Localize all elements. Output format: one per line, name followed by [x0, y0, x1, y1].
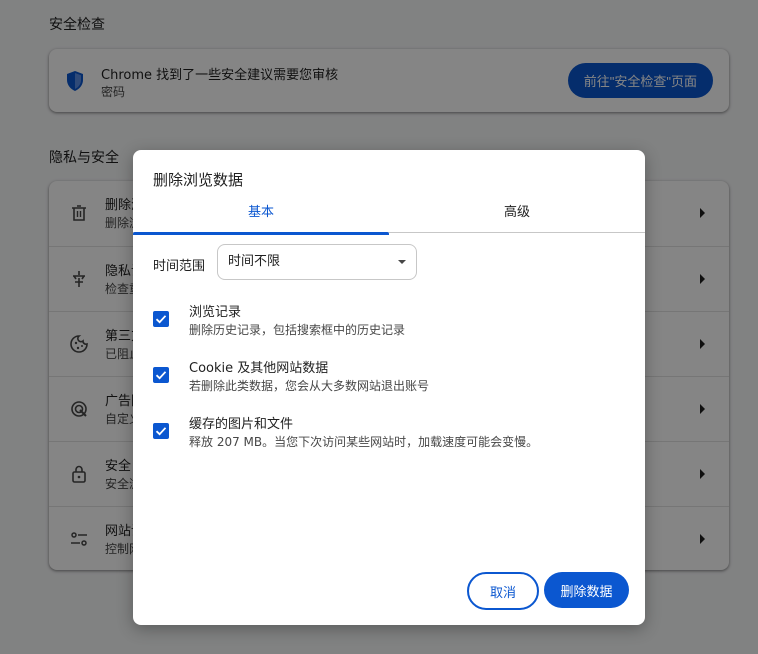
- option-title: Cookie 及其他网站数据: [189, 361, 329, 376]
- time-range-value: 时间不限: [228, 254, 281, 269]
- checkmark-icon: [155, 315, 167, 324]
- option-subtitle: 若删除此类数据，您会从大多数网站退出账号: [189, 379, 430, 393]
- option-title: 缓存的图片和文件: [189, 417, 294, 432]
- checkmark-icon: [155, 427, 167, 436]
- dialog-tabs: 基本 高级: [133, 202, 645, 235]
- tab-basic[interactable]: 基本: [133, 202, 389, 235]
- option-title: 浏览记录: [189, 305, 242, 320]
- option-subtitle: 释放 207 MB。当您下次访问某些网站时，加载速度可能会变慢。: [189, 435, 539, 449]
- time-range-label: 时间范围: [153, 259, 206, 274]
- option-subtitle: 删除历史记录，包括搜索框中的历史记录: [189, 323, 406, 337]
- cache-checkbox[interactable]: [153, 423, 169, 439]
- clear-browsing-data-dialog: 删除浏览数据 基本 高级 时间范围 时间不限 浏览记录 删除历史记录，包括搜索框…: [133, 150, 645, 625]
- dialog-title: 删除浏览数据: [153, 171, 244, 189]
- cancel-button[interactable]: 取消: [467, 572, 539, 610]
- cookies-checkbox[interactable]: [153, 367, 169, 383]
- dropdown-arrow-icon: [398, 260, 406, 264]
- checkmark-icon: [155, 371, 167, 380]
- browsing-history-checkbox[interactable]: [153, 311, 169, 327]
- time-range-select[interactable]: 时间不限: [217, 244, 417, 280]
- tab-advanced[interactable]: 高级: [389, 202, 645, 233]
- delete-data-button[interactable]: 删除数据: [544, 572, 629, 608]
- option-cached-images: 缓存的图片和文件 释放 207 MB。当您下次访问某些网站时，加载速度可能会变慢…: [133, 413, 645, 463]
- option-cookies: Cookie 及其他网站数据 若删除此类数据，您会从大多数网站退出账号: [133, 357, 645, 407]
- option-browsing-history: 浏览记录 删除历史记录，包括搜索框中的历史记录: [133, 301, 645, 351]
